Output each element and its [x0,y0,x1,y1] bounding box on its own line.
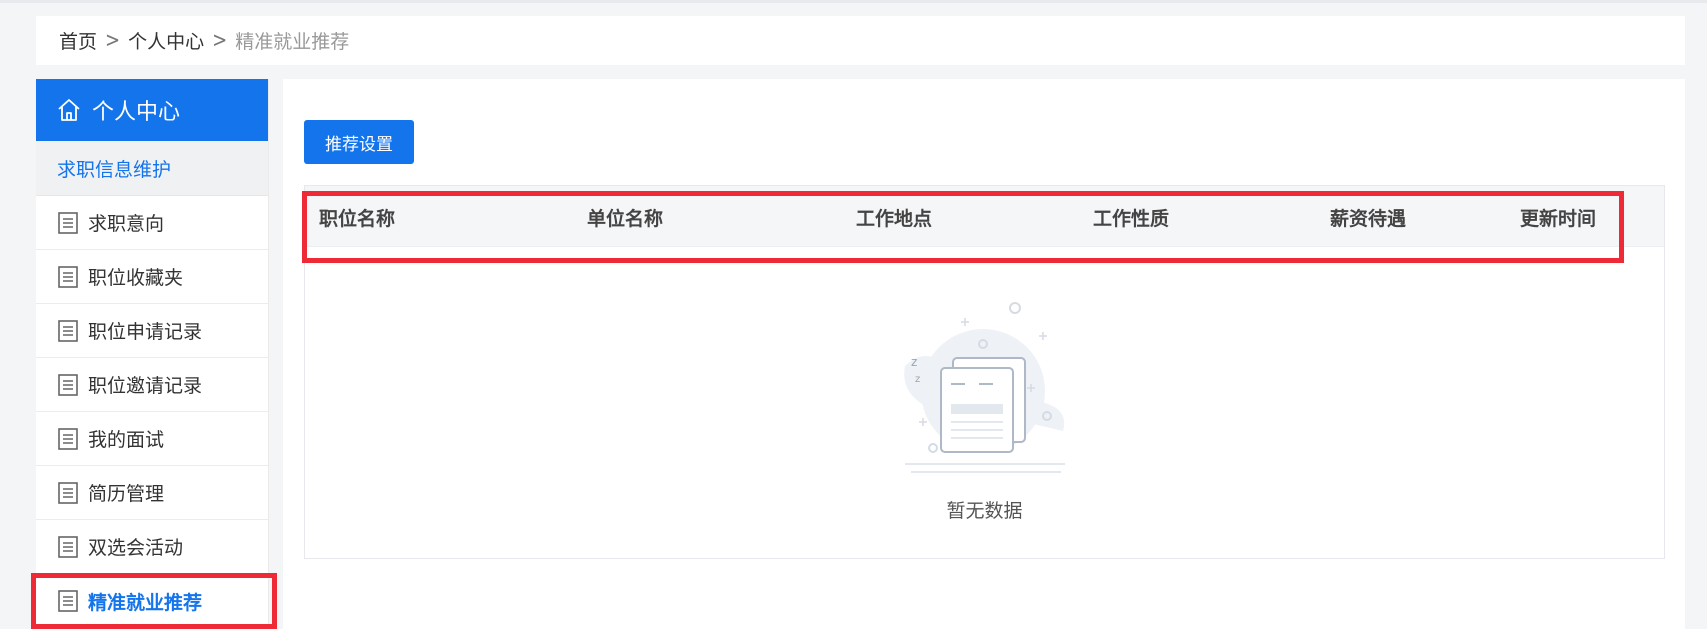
home-icon [58,99,80,121]
chevron-right-icon: > [105,27,121,54]
sidebar: 个人中心 求职信息维护 求职意向 职位收藏夹 职位申请记录 职位邀请记录 我的面… [36,79,269,629]
highlight-box-sidebar [31,573,277,629]
breadcrumb-home[interactable]: 首页 [59,27,97,54]
svg-text:z: z [911,355,917,369]
sidebar-item-label: 职位收藏夹 [88,267,184,289]
sidebar-header-title: 个人中心 [92,100,181,125]
empty-state-text: 暂无数据 [946,500,1023,522]
document-list-icon [58,319,78,342]
sidebar-item-favorites[interactable]: 职位收藏夹 [36,250,268,304]
sidebar-item-applications[interactable]: 职位申请记录 [36,304,268,358]
sidebar-item-label: 我的面试 [88,429,165,451]
breadcrumb-personal-center[interactable]: 个人中心 [128,27,204,54]
chevron-right-icon: > [212,27,228,54]
top-border [0,0,1707,3]
sidebar-group-job-info[interactable]: 求职信息维护 [36,141,268,196]
document-list-icon [58,481,78,504]
breadcrumb: 首页 > 个人中心 > 精准就业推荐 [36,16,1685,65]
document-list-icon [58,211,78,234]
sidebar-item-label: 职位申请记录 [88,321,203,343]
breadcrumb-current: 精准就业推荐 [235,31,350,53]
sidebar-item-label: 职位邀请记录 [88,375,203,397]
highlight-box-table-header [302,191,1624,263]
document-list-icon [58,535,78,558]
main-panel: 推荐设置 职位名称 单位名称 工作地点 工作性质 薪资待遇 更新时间 z z 暂… [283,79,1685,629]
recommend-settings-button[interactable]: 推荐设置 [304,120,414,164]
document-list-icon [58,373,78,396]
sidebar-item-label: 双选会活动 [88,537,184,559]
sidebar-header: 个人中心 [36,79,268,141]
sidebar-item-label: 求职意向 [88,213,165,235]
document-list-icon [58,427,78,450]
sidebar-item-label: 简历管理 [88,483,165,505]
svg-text:z: z [915,374,920,385]
document-list-icon [58,265,78,288]
sidebar-item-resume[interactable]: 简历管理 [36,466,268,520]
sidebar-item-job-fair[interactable]: 双选会活动 [36,520,268,574]
sidebar-item-interviews[interactable]: 我的面试 [36,412,268,466]
sidebar-item-invitations[interactable]: 职位邀请记录 [36,358,268,412]
sidebar-item-job-intention[interactable]: 求职意向 [36,196,268,250]
empty-state-illustration: z z [904,302,1065,473]
